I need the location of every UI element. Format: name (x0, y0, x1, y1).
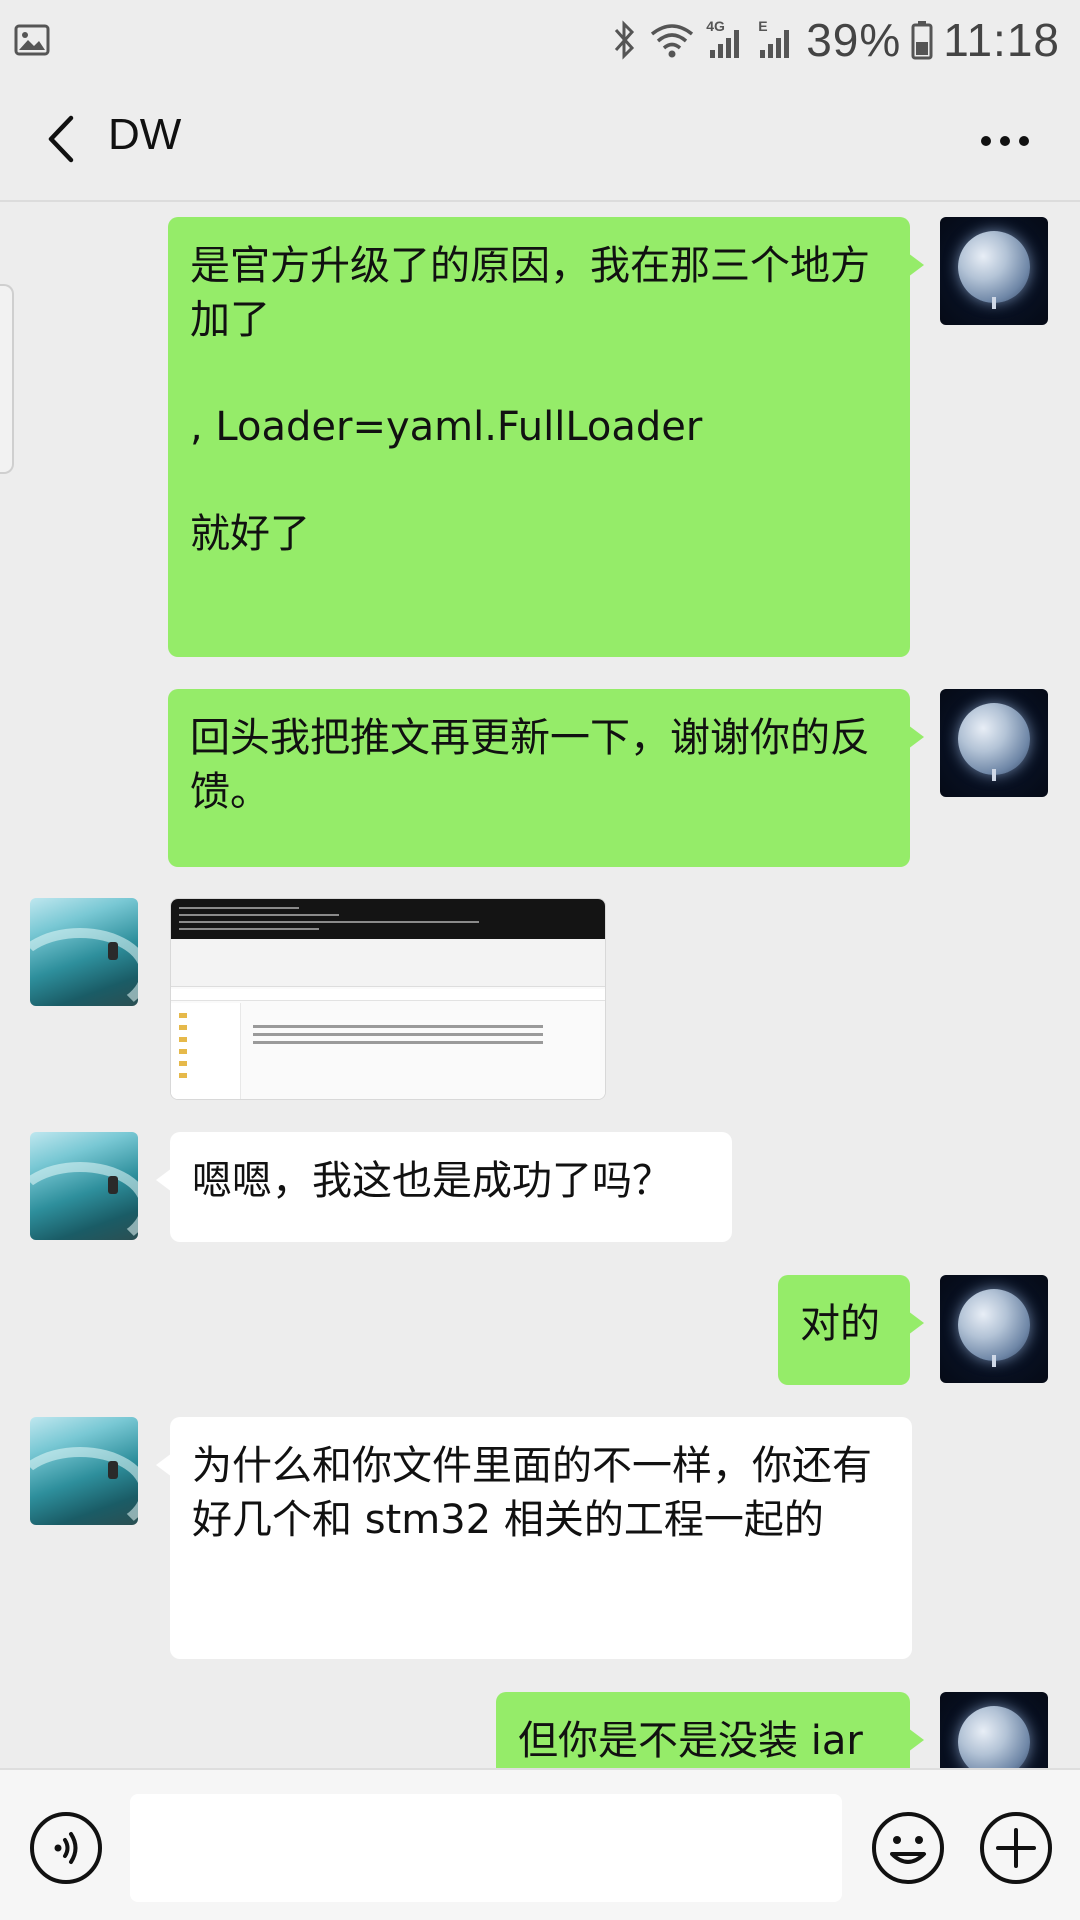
plus-button[interactable] (978, 1810, 1054, 1886)
chevron-left-icon (45, 114, 75, 168)
more-dots-icon (980, 132, 1030, 151)
contact-avatar[interactable] (30, 898, 138, 1006)
self-avatar[interactable] (940, 1692, 1048, 1768)
contact-avatar[interactable] (30, 1132, 138, 1240)
message-text: 就好了 (190, 511, 310, 557)
side-drawer-handle[interactable] (0, 284, 14, 474)
chat-header: DW (0, 80, 1080, 202)
more-button[interactable] (970, 108, 1040, 174)
message-bubble-self[interactable]: 对的 (778, 1275, 924, 1385)
battery-icon (911, 20, 933, 60)
message-bubble-other[interactable]: 为什么和你文件里面的不一样，你还有好几个和 stm32 相关的工程一起的 (156, 1417, 912, 1659)
status-right: 4G E 39% 11:18 (612, 13, 1060, 67)
message-text: 但你是不是没装 iar (518, 1718, 863, 1764)
message-bubble-self[interactable]: 回头我把推文再更新一下，谢谢你的反馈。 (168, 689, 924, 867)
signal-e-icon: E (756, 18, 796, 60)
signal-4g-label: 4G (706, 18, 725, 34)
message-text: 是官方升级了的原因，我在那三个地方加了 (190, 243, 870, 343)
chat-title: DW (108, 110, 182, 159)
signal-4g-icon: 4G (706, 18, 746, 60)
plus-icon (978, 1812, 1054, 1890)
emoji-button[interactable] (870, 1810, 946, 1886)
image-message[interactable] (170, 898, 606, 1100)
voice-icon (28, 1812, 104, 1890)
emoji-icon (870, 1812, 946, 1890)
message-bubble-other[interactable]: 嗯嗯，我这也是成功了吗？ (156, 1132, 732, 1242)
voice-button[interactable] (28, 1810, 104, 1886)
clock: 11:18 (943, 14, 1060, 66)
earth-icon (958, 231, 1030, 303)
file-explorer-preview (171, 939, 605, 1099)
self-avatar[interactable] (940, 1275, 1048, 1383)
earth-icon (958, 1706, 1030, 1768)
message-text: 回头我把推文再更新一下，谢谢你的反馈。 (190, 715, 870, 815)
earth-icon (958, 703, 1030, 775)
message-list[interactable]: 是官方升级了的原因，我在那三个地方加了 , Loader=yaml.FullLo… (0, 202, 1080, 1768)
message-input[interactable] (130, 1794, 842, 1902)
status-left (14, 24, 50, 56)
message-text: 嗯嗯，我这也是成功了吗？ (192, 1158, 672, 1204)
message-text: 对的 (800, 1301, 880, 1347)
status-bar: 4G E 39% 11:18 (0, 0, 1080, 80)
bluetooth-icon (612, 20, 638, 60)
contact-avatar[interactable] (30, 1417, 138, 1525)
self-avatar[interactable] (940, 689, 1048, 797)
message-bubble-self[interactable]: 是官方升级了的原因，我在那三个地方加了 , Loader=yaml.FullLo… (168, 217, 924, 657)
message-bubble-self[interactable]: 但你是不是没装 iar (496, 1692, 924, 1768)
image-icon (14, 24, 50, 56)
self-avatar[interactable] (940, 217, 1048, 325)
wifi-icon (648, 20, 696, 60)
battery-percent: 39% (806, 14, 902, 66)
terminal-preview (171, 899, 605, 939)
input-bar (0, 1768, 1080, 1920)
message-text: , Loader=yaml.FullLoader (190, 404, 703, 450)
back-button[interactable] (30, 108, 90, 174)
message-text: 为什么和你文件里面的不一样，你还有好几个和 stm32 相关的工程一起的 (192, 1443, 872, 1543)
signal-e-label: E (758, 18, 768, 34)
earth-icon (958, 1289, 1030, 1361)
